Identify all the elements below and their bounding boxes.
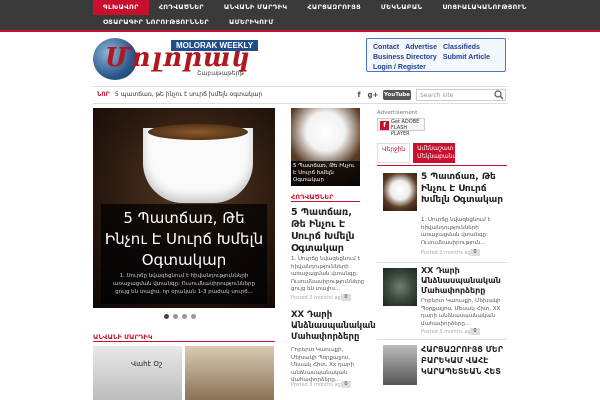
article-image-caption: 5 Պատճառ, Թե Ինչու Է Սուրճ Խմելն Օգտակար xyxy=(291,161,360,186)
sidebar-article-title[interactable]: ՀԱՐՑԱԶՐՈՒՅՑ ՄԵՐ ԲԱՐԵԿԱՄ ՎԱՀԷ ԿԱՐԱՊԵՏԵԱՆ … xyxy=(421,344,507,377)
nav-item-home[interactable]: ԳԼԽԱՎՈՐ xyxy=(93,0,149,15)
advertise-link[interactable]: Advertise xyxy=(405,43,437,53)
nav-divider xyxy=(0,30,600,32)
slider-dot[interactable] xyxy=(173,314,178,319)
links-row: Business Directory Submit Article xyxy=(373,53,499,63)
flash-player-text: Get ADOBE FLASH PLAYER xyxy=(391,119,420,137)
article-title[interactable]: 5 Պատճառ, Թե Ինչու Է Սուրճ Խմելն Օգտակար xyxy=(291,207,361,255)
news-ticker: ՆՈՐ 5 պատճառ, թե ինչու է սուրճ խմելն օգտ… xyxy=(93,86,507,104)
sidebar-article-date: Posted 2 months ago xyxy=(421,250,474,256)
logo-weekly-badge: MOLORAK WEEKLY xyxy=(171,40,259,51)
sidebar-separator xyxy=(377,262,507,263)
sidebar-article-title[interactable]: 5 Պատճառ, Թե Ինչու Է Սուրճ Խմելն Օգտակար xyxy=(421,172,507,207)
ticker-headline[interactable]: 5 պատճառ, թե ինչու է սուրճ խմելն օգտակար xyxy=(115,87,262,103)
login-register-link[interactable]: Login / Register xyxy=(373,63,426,73)
article-date: Posted 2 months ago xyxy=(291,295,344,301)
comment-count[interactable]: 0 xyxy=(341,381,351,388)
article-excerpt: 1. Սուրճը նվազեցնում է հիվանդությունների… xyxy=(291,256,365,292)
sidebar-article-date: Posted 3 months ago xyxy=(421,329,474,335)
sidebar-separator xyxy=(377,339,507,340)
flash-player-badge[interactable]: f Get ADOBE FLASH PLAYER xyxy=(377,118,425,137)
sidebar-tabs: Վերջին Ամենաշատ Մեկնաբանված xyxy=(377,143,466,163)
section-divider xyxy=(291,201,360,202)
nav-item-america[interactable]: ԱՄԵՐԻԿՈՒՄ xyxy=(219,15,284,30)
sidebar-article-excerpt: Րոբերտ Կաուսքի, Մեխակի Պօրքալյոս, Մեսակ … xyxy=(421,298,501,327)
nav-item-commentary[interactable]: ՄԵԿՆԱԲԱՆ xyxy=(371,0,432,15)
slider-dot[interactable] xyxy=(182,314,187,319)
section-heading-people: ԱՆՎԱՆԻ ՄԱՐԴԻԿ xyxy=(93,333,153,341)
facebook-icon[interactable]: f xyxy=(355,90,363,100)
slider-excerpt: 1. Սուրճը նվազեցնում է հիվանդությունների… xyxy=(113,273,255,295)
comment-count[interactable]: 0 xyxy=(470,249,480,256)
nav-row-secondary: ՕՏԱՐԱԳԻՐ ՆՈՐՈՒԹՅՈՒՆՆԵՐ ԱՄԵՐԻԿՈՒՄ xyxy=(93,15,284,30)
business-directory-link[interactable]: Business Directory xyxy=(373,53,437,63)
nav-item-articles[interactable]: ՀՈԴՎԱԾՆԵՐ xyxy=(149,0,214,15)
submit-article-link[interactable]: Submit Article xyxy=(443,53,490,63)
search-input[interactable]: Search site xyxy=(416,89,506,101)
article-title[interactable]: XX Դարի Անձնասպանական Մահափորձերը xyxy=(291,310,376,343)
comment-count[interactable]: 0 xyxy=(470,328,480,335)
tab-most-commented[interactable]: Ամենաշատ Մեկնաբանված xyxy=(413,143,466,163)
slider-dot[interactable] xyxy=(191,314,196,319)
site-logo[interactable]: Մոլորակ MOLORAK WEEKLY Շաբաթաթերթ xyxy=(93,38,268,82)
nav-item-foreign-news[interactable]: ՕՏԱՐԱԳԻՐ ՆՈՐՈՒԹՅՈՒՆՆԵՐ xyxy=(93,15,219,30)
featured-slider[interactable]: 5 Պատճառ, Թե Ինչու Է Սուրճ Խմելն Օգտակար… xyxy=(93,108,275,308)
tab-latest[interactable]: Վերջին xyxy=(377,143,411,163)
header-links-box: Contact Advertise Classifieds Business D… xyxy=(366,38,506,72)
person-name-label: Վահէ Օշ xyxy=(131,360,163,368)
slider-pagination xyxy=(164,314,196,319)
person-thumbnail[interactable]: Վահէ Օշ xyxy=(93,346,182,400)
youtube-icon[interactable]: YouTube xyxy=(383,90,411,100)
slider-caption: 5 Պատճառ, Թե Ինչու Է Սուրճ Խմելն Օգտակար… xyxy=(101,204,267,304)
sidebar-article-title[interactable]: XX Դարի Անձնասպանական Մահափորձերը xyxy=(421,266,507,296)
slider-dot[interactable] xyxy=(164,314,169,319)
comment-count[interactable]: 0 xyxy=(341,294,351,301)
person-thumbnail[interactable] xyxy=(185,346,274,400)
article-image[interactable]: 5 Պատճառ, Թե Ինչու Է Սուրճ Խմելն Օգտակար xyxy=(291,108,360,186)
article-thumbnail[interactable] xyxy=(383,345,417,385)
section-divider xyxy=(93,341,275,342)
top-navigation: ԳԼԽԱՎՈՐ ՀՈԴՎԱԾՆԵՐ ԱՆՎԱՆԻ ՄԱՐԴԻԿ ՀԱՐՑԱԶՐՈ… xyxy=(0,0,600,30)
search-icon[interactable] xyxy=(494,90,504,100)
article-excerpt: Րոբերտ Կաուսքի, Մեխակի Պօրքալյոս, Մեսակ … xyxy=(291,347,354,383)
contact-link[interactable]: Contact xyxy=(373,43,399,53)
tab-underline xyxy=(377,165,507,166)
flash-icon: f xyxy=(380,121,389,130)
slider-title[interactable]: 5 Պատճառ, Թե Ինչու Է Սուրճ Խմելն Օգտակար xyxy=(101,208,267,271)
ticker-label: ՆՈՐ xyxy=(97,91,110,98)
google-plus-icon[interactable]: g+ xyxy=(367,90,379,100)
nav-row-primary: ԳԼԽԱՎՈՐ ՀՈԴՎԱԾՆԵՐ ԱՆՎԱՆԻ ՄԱՐԴԻԿ ՀԱՐՑԱԶՐՈ… xyxy=(93,0,537,15)
article-thumbnail[interactable] xyxy=(383,268,417,306)
nav-item-famous-people[interactable]: ԱՆՎԱՆԻ ՄԱՐԴԻԿ xyxy=(214,0,297,15)
sidebar-article-excerpt: 1. Սուրճը նվազեցնում է հիվանդությունների… xyxy=(421,217,491,246)
classifieds-link[interactable]: Classifieds xyxy=(443,43,480,53)
links-row: Login / Register xyxy=(373,63,499,73)
coffee-surface xyxy=(148,124,248,140)
logo-subtitle: Շաբաթաթերթ xyxy=(197,70,244,77)
article-thumbnail[interactable] xyxy=(383,173,417,211)
section-heading-articles: ՀՈԴՎԱԾՆԵՐ xyxy=(291,193,334,201)
advertisement-label: Advertisement xyxy=(377,110,418,116)
nav-item-interviews[interactable]: ՀԱՐՑԱԶՐՈՒՅՑ xyxy=(297,0,371,15)
nav-item-social[interactable]: ՍՈՑԻԱԼԱԿԱՆՈՒԹՅՈՒՆ xyxy=(432,0,536,15)
links-row: Contact Advertise Classifieds xyxy=(373,43,499,53)
article-date: Posted 3 months ago xyxy=(291,382,344,388)
